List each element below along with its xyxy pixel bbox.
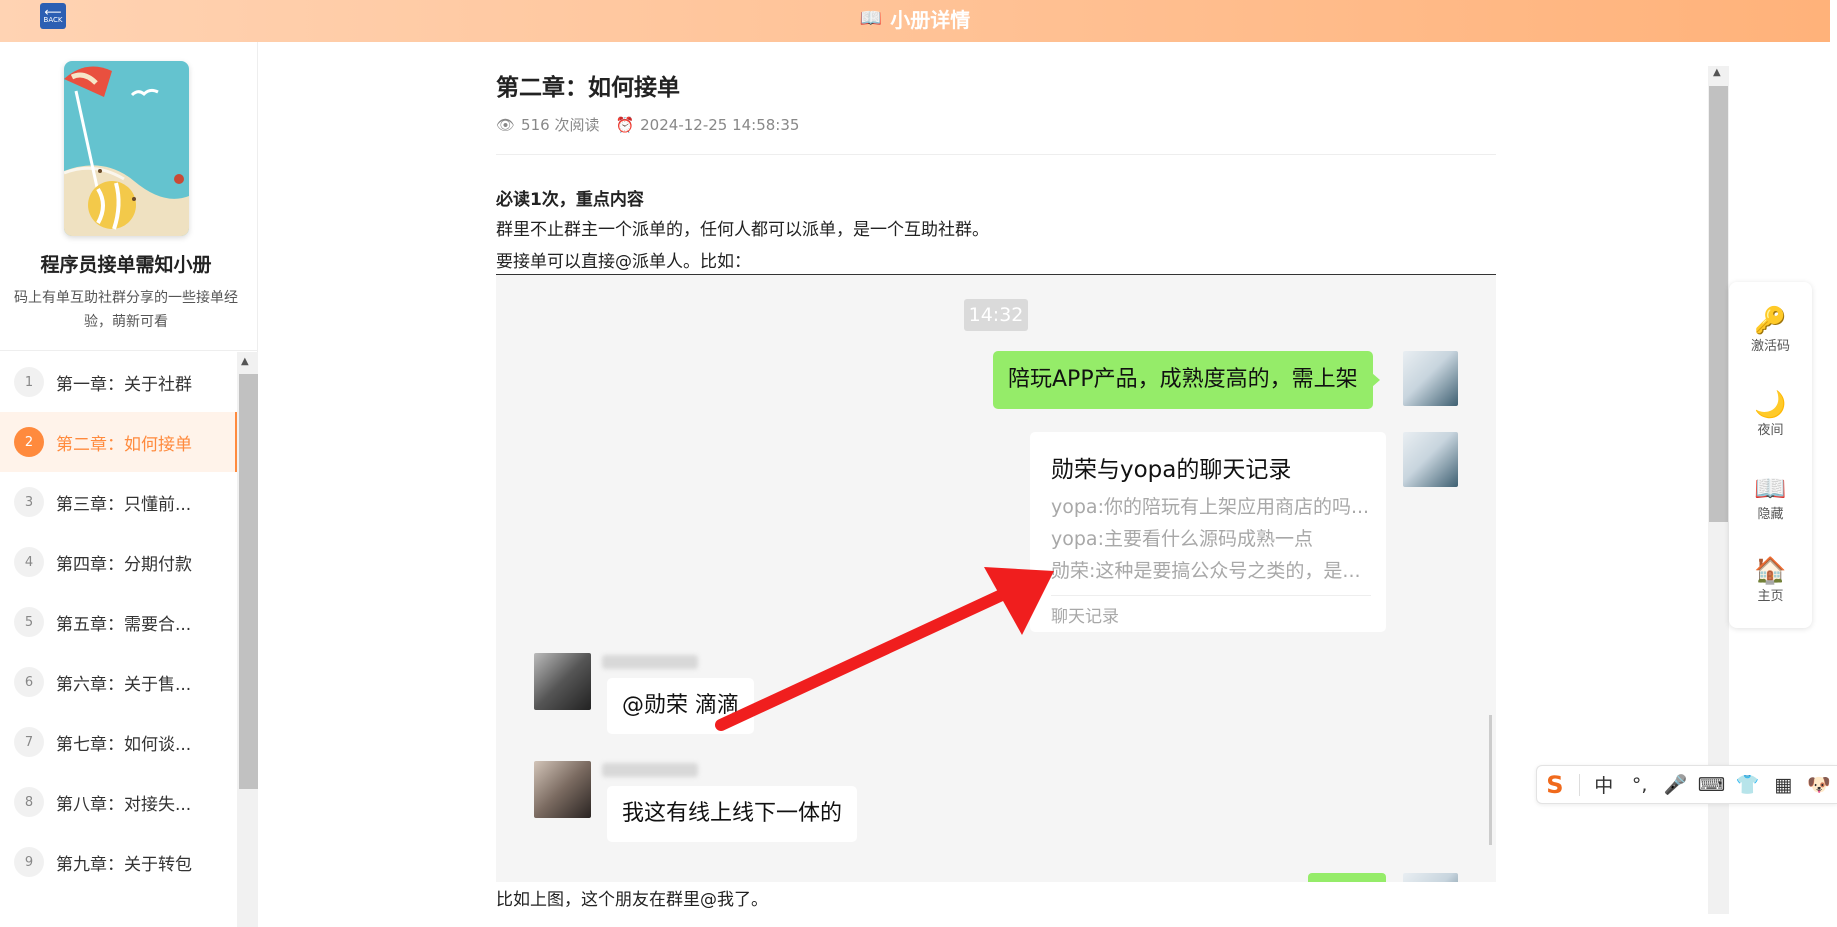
- article-paragraph: 比如上图，这个朋友在群里@我了。: [496, 890, 768, 910]
- chapter-number: 5: [14, 607, 44, 637]
- chapter-item-7[interactable]: 7 第七章：如何谈...: [0, 712, 237, 772]
- book-title: 程序员接单需知小册: [40, 254, 212, 276]
- back-button[interactable]: ⟵ BACK: [40, 3, 66, 29]
- chapter-list-scrollbar[interactable]: ▲: [237, 352, 258, 927]
- page-header: 📖 小册详情: [0, 0, 1830, 36]
- chapter-item-3[interactable]: 3 第三章：只懂前...: [0, 472, 237, 532]
- chapter-label: 第六章：关于售...: [56, 674, 192, 695]
- ime-toolbar: S 中 °, 🎤 ⌨ 👕 ▦ 🐶: [1536, 765, 1837, 804]
- article-meta: 👁 516 次阅读 ⏰ 2024-12-25 14:58:35: [496, 114, 799, 135]
- divider: [496, 154, 1496, 155]
- sogou-logo-icon[interactable]: S: [1537, 771, 1573, 799]
- chapter-label: 第五章：需要合...: [56, 614, 192, 635]
- book-icon: 📖: [1754, 474, 1787, 504]
- night-mode-button[interactable]: 🌙 夜间: [1729, 388, 1812, 440]
- chapter-item-8[interactable]: 8 第八章：对接失...: [0, 772, 237, 832]
- tool-panel: 🔑 激活码 🌙 夜间 📖 隐藏 🏠 主页: [1729, 282, 1812, 628]
- top-bar: 📖 小册详情 ⟵ BACK: [0, 0, 1830, 42]
- chapter-number: 2: [14, 427, 44, 457]
- tool-label: 夜间: [1757, 423, 1784, 438]
- home-icon: 🏠: [1754, 556, 1787, 586]
- hide-sidebar-button[interactable]: 📖 隐藏: [1729, 472, 1812, 524]
- tool-label: 主页: [1757, 589, 1784, 604]
- microphone-icon[interactable]: 🎤: [1658, 773, 1694, 796]
- chapter-label: 第七章：如何谈...: [56, 734, 192, 755]
- chapter-item-2[interactable]: 2 第二章：如何接单: [0, 412, 237, 472]
- key-icon: 🔑: [1754, 306, 1787, 336]
- chapter-label: 第二章：如何接单: [56, 434, 192, 455]
- red-arrow-annotation: [715, 567, 1054, 731]
- chapter-number: 7: [14, 727, 44, 757]
- book-description: 码上有单互助社群分享的一些接单经验，萌新可看: [14, 290, 238, 330]
- alarm-clock-icon: ⏰: [615, 115, 635, 134]
- article-emphasis: 必读1次，重点内容: [496, 190, 644, 210]
- article-paragraph: 要接单可以直接@派单人。比如：: [496, 252, 751, 272]
- scroll-up-arrow-icon[interactable]: ▲: [1713, 67, 1721, 78]
- book-cover-image: [64, 61, 189, 236]
- chapter-label: 第三章：只懂前...: [56, 494, 192, 515]
- book-icon: 📖: [859, 7, 883, 29]
- chapter-number: 9: [14, 847, 44, 877]
- back-button-label: BACK: [43, 16, 63, 24]
- tool-label: 激活码: [1750, 339, 1790, 354]
- chapter-item-1[interactable]: 1 第一章：关于社群: [0, 352, 237, 412]
- chapter-label: 第八章：对接失...: [56, 794, 192, 815]
- ime-mode-toggle[interactable]: 中: [1586, 771, 1622, 798]
- page-title: 小册详情: [890, 7, 971, 32]
- read-count: 516 次阅读: [521, 116, 600, 134]
- chapter-label: 第九章：关于转包: [56, 854, 192, 875]
- chapter-item-5[interactable]: 5 第五章：需要合...: [0, 592, 237, 652]
- scrollbar-thumb[interactable]: [1709, 86, 1728, 522]
- moon-icon: 🌙: [1754, 390, 1787, 420]
- chapter-number: 4: [14, 547, 44, 577]
- home-button[interactable]: 🏠 主页: [1729, 554, 1812, 606]
- article-paragraph: 群里不止群主一个派单的，任何人都可以派单，是一个互助社群。: [496, 220, 989, 240]
- chapter-list: 1 第一章：关于社群 2 第二章：如何接单 3 第三章：只懂前... 4 第四章：分期付款 5 第…: [0, 352, 237, 927]
- chapter-label: 第一章：关于社群: [56, 374, 192, 395]
- publish-date: 2024-12-25 14:58:35: [640, 115, 800, 134]
- chapter-number: 1: [14, 367, 44, 397]
- activation-code-button[interactable]: 🔑 激活码: [1729, 304, 1812, 356]
- mascot-icon[interactable]: 🐶: [1801, 773, 1837, 796]
- chapter-number: 8: [14, 787, 44, 817]
- punctuation-icon[interactable]: °,: [1622, 774, 1658, 796]
- chapter-label: 第四章：分期付款: [56, 554, 192, 575]
- chapter-title: 第二章：如何接单: [496, 75, 680, 101]
- keyboard-icon[interactable]: ⌨: [1694, 774, 1730, 796]
- chat-screenshot-image: 14:32 陪玩APP产品，成熟度高的，需上架 勋荣与yopa的聊天记录 yop…: [496, 275, 1496, 882]
- chapter-number: 6: [14, 667, 44, 697]
- chapter-number: 3: [14, 487, 44, 517]
- scrollbar-thumb[interactable]: [239, 374, 258, 789]
- skin-icon[interactable]: 👕: [1729, 773, 1765, 796]
- grid-menu-icon[interactable]: ▦: [1765, 774, 1801, 796]
- tool-label: 隐藏: [1757, 507, 1784, 522]
- divider: [0, 350, 258, 351]
- chapter-item-9[interactable]: 9 第九章：关于转包: [0, 832, 237, 892]
- eye-icon: 👁: [496, 115, 516, 134]
- scroll-up-arrow-icon[interactable]: ▲: [241, 356, 249, 367]
- chapter-item-6[interactable]: 6 第六章：关于售...: [0, 652, 237, 712]
- sidebar: 程序员接单需知小册 码上有单互助社群分享的一些接单经验，萌新可看 1 第一章：关于…: [0, 42, 258, 927]
- chapter-item-4[interactable]: 4 第四章：分期付款: [0, 532, 237, 592]
